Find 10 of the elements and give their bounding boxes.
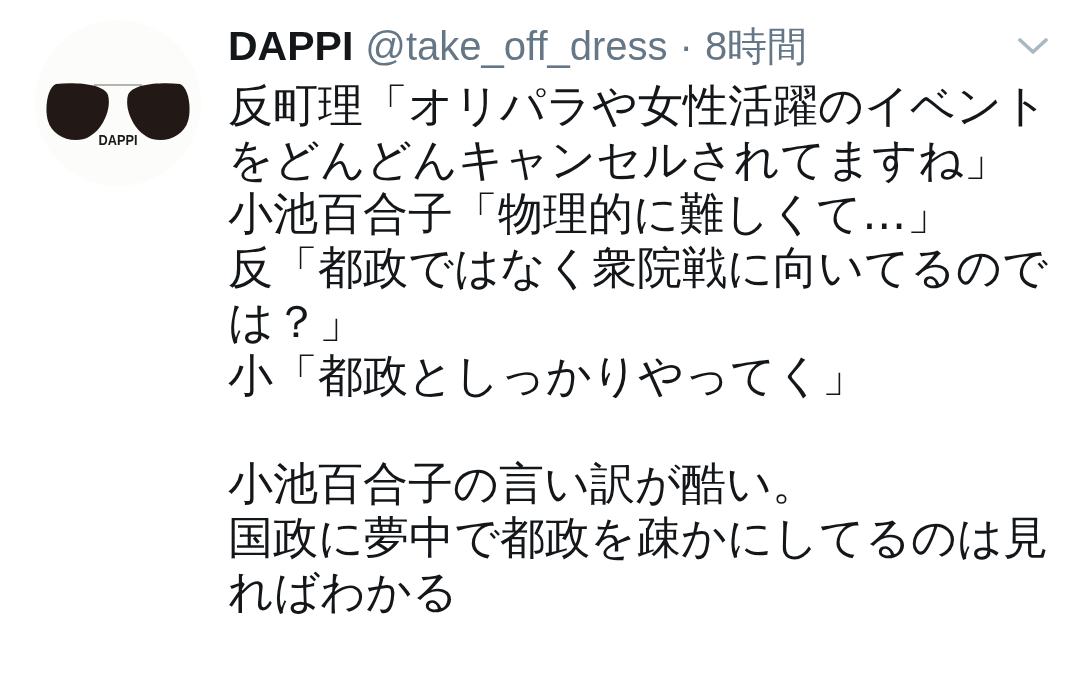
tweet-text: 反町理「オリパラや女性活躍のイベント をどんどんキャンセルされてますね」 小池百合子「物理的に難しくて…」 反「都政ではなく衆院戦に向いてるので は？」 小「都政としっかりやってく」 — [228, 79, 1048, 403]
tweet-text: 小池百合子の言い訳が酷い。 国政に夢中で都政を疎かにしてるのは見 ればわかる — [228, 457, 1048, 619]
chevron-down-icon — [1018, 37, 1048, 55]
tweet-time[interactable]: 8時間 — [704, 21, 808, 71]
user-handle[interactable]: @take_off_dress — [365, 21, 668, 71]
logo-text: DAPPI — [98, 132, 138, 148]
separator-dot: · — [679, 23, 693, 70]
avatar[interactable]: DAPPI — [35, 20, 201, 186]
user-name[interactable]: DAPPI — [228, 21, 354, 71]
menu-button[interactable] — [1018, 37, 1048, 55]
